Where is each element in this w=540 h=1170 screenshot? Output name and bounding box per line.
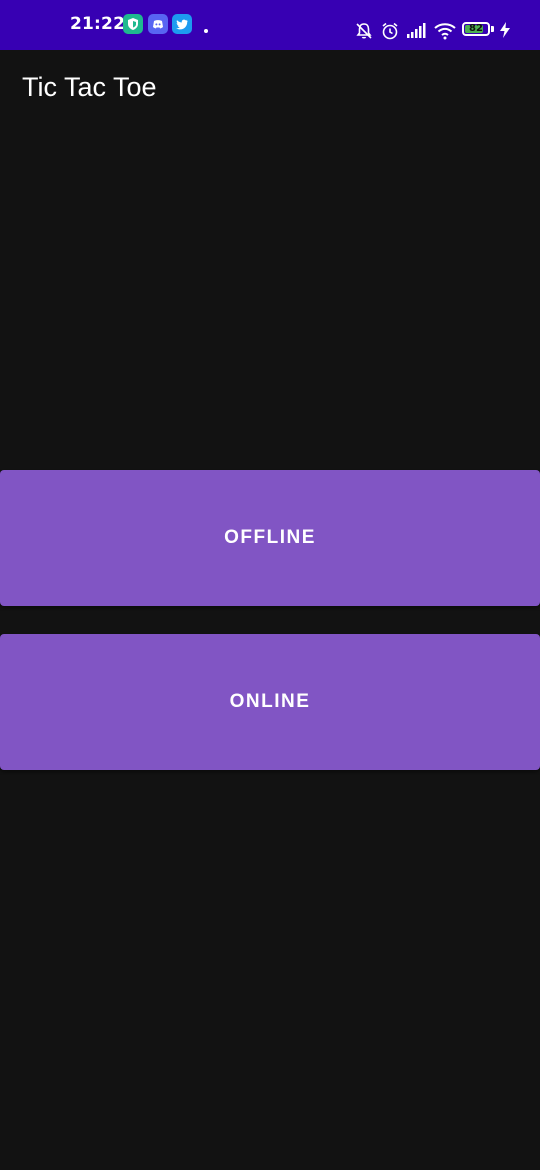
battery-level: 82	[469, 23, 483, 34]
charging-icon	[500, 22, 510, 38]
online-button[interactable]: ONLINE	[0, 634, 540, 770]
more-notifications-dot	[204, 29, 208, 33]
app-title: Tic Tac Toe	[22, 72, 157, 102]
status-bar: 21:22 82	[0, 0, 540, 50]
status-time: 21:22	[70, 14, 126, 34]
discord-icon	[148, 14, 168, 34]
twitter-icon	[172, 14, 192, 34]
offline-button[interactable]: OFFLINE	[0, 470, 540, 606]
alarm-icon	[382, 22, 398, 40]
battery-icon: 82	[462, 22, 490, 36]
notifications-off-icon	[356, 23, 372, 39]
vpn-shield-icon	[123, 14, 143, 34]
signal-icon	[407, 23, 426, 38]
wifi-icon	[434, 23, 456, 40]
